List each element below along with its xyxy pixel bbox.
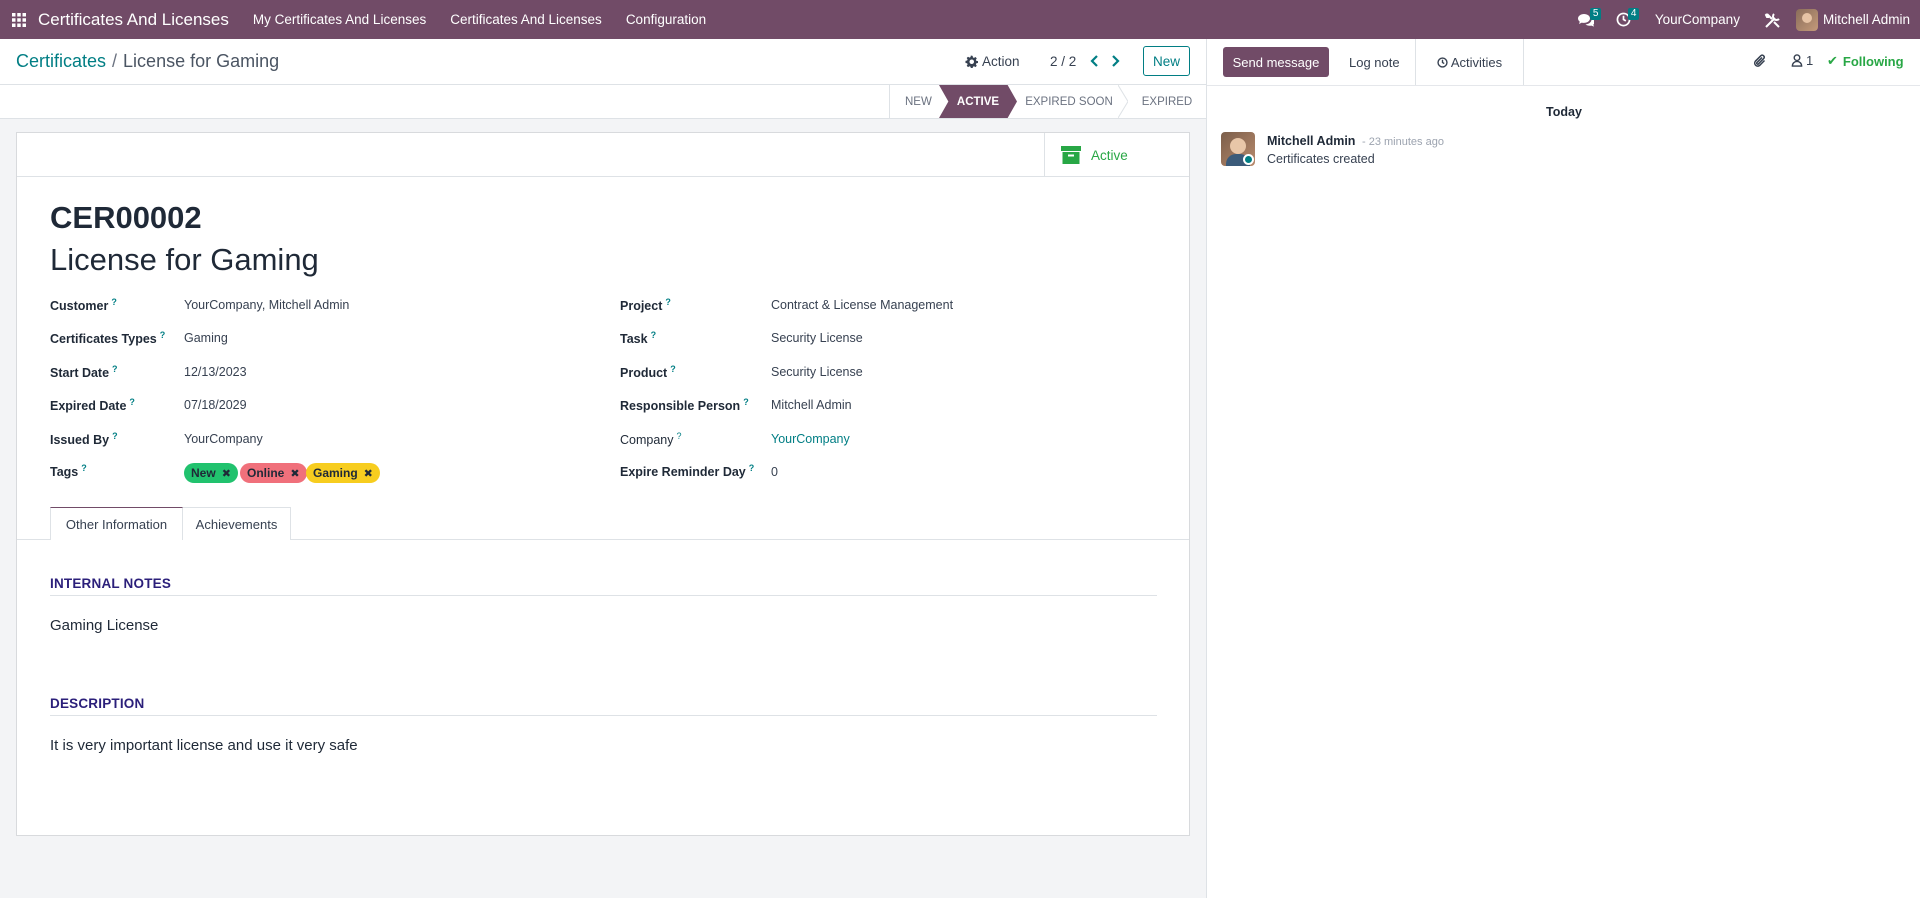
stage-new[interactable]: NEW — [889, 85, 941, 118]
activities-label: Activities — [1450, 54, 1503, 70]
new-record-button[interactable]: New — [1143, 46, 1190, 76]
label-customer: Customer? — [50, 297, 117, 314]
tag-gaming: Gaming ✖ — [306, 463, 380, 483]
activities-button[interactable]: Activities — [1415, 39, 1524, 85]
chatter-panel: Send message Log note Activities 1 ✔ Fol… — [1206, 39, 1920, 898]
user-icon — [1791, 54, 1803, 67]
tab-other-information[interactable]: Other Information — [50, 507, 183, 540]
pager-previous-button[interactable] — [1085, 52, 1103, 70]
menu-configuration[interactable]: Configuration — [626, 12, 706, 27]
gear-icon — [965, 55, 978, 68]
expired-date-field[interactable]: 07/18/2029 — [184, 398, 247, 412]
breadcrumb: Certificates / License for Gaming — [16, 51, 279, 72]
section-divider — [50, 715, 1157, 716]
chatter-divider — [1207, 85, 1920, 86]
date-separator: Today — [1546, 105, 1582, 119]
certificate-types-field[interactable]: Gaming — [184, 331, 228, 345]
menu-my-certificates[interactable]: My Certificates And Licenses — [253, 12, 426, 27]
following-label: Following — [1842, 53, 1904, 69]
responsible-person-field[interactable]: Mitchell Admin — [771, 398, 852, 412]
breadcrumb-current: License for Gaming — [123, 51, 280, 71]
label-expire-reminder-day: Expire Reminder Day? — [620, 463, 755, 480]
pager-value[interactable]: 2 / 2 — [1050, 54, 1076, 69]
tag-online: Online ✖ — [240, 463, 307, 483]
stage-expired[interactable]: EXPIRED — [1128, 85, 1206, 118]
smart-button-box: Active — [17, 133, 1189, 177]
breadcrumb-certificates[interactable]: Certificates — [16, 51, 106, 71]
company-switcher[interactable]: YourCompany — [1655, 12, 1740, 27]
debug-tools-icon[interactable] — [1764, 11, 1782, 29]
label-tags: Tags? — [50, 463, 87, 480]
active-toggle-button[interactable]: Active — [1044, 133, 1189, 177]
messages-systray[interactable]: 5 — [1577, 0, 1602, 39]
label-project: Project? — [620, 297, 671, 314]
stage-separator — [1118, 85, 1128, 118]
action-menu-button[interactable]: Action — [965, 54, 1020, 69]
stage-expired-soon[interactable]: EXPIRED SOON — [1010, 85, 1128, 118]
log-note-button[interactable]: Log note — [1337, 47, 1412, 77]
activities-systray[interactable]: 4 — [1616, 0, 1640, 39]
user-name: Mitchell Admin — [1822, 12, 1910, 27]
chevron-left-icon — [1089, 55, 1098, 67]
project-field[interactable]: Contract & License Management — [771, 298, 953, 312]
archive-icon — [1061, 146, 1081, 164]
active-label: Active — [1091, 147, 1128, 163]
message-time: - 23 minutes ago — [1362, 136, 1444, 148]
issued-by-field[interactable]: YourCompany — [184, 432, 263, 446]
followers-button[interactable]: 1 — [1791, 53, 1813, 68]
label-task: Task? — [620, 330, 657, 347]
chevron-right-icon — [1111, 55, 1120, 67]
internal-notes-title: INTERNAL NOTES — [50, 576, 172, 591]
internal-notes-field[interactable]: Gaming License — [50, 617, 158, 634]
description-field[interactable]: It is very important license and use it … — [50, 737, 358, 754]
messages-badge: 5 — [1589, 8, 1602, 20]
tag-remove-icon[interactable]: ✖ — [222, 467, 231, 480]
tab-achievements[interactable]: Achievements — [183, 507, 291, 540]
clock-icon — [1437, 56, 1448, 68]
form-sheet: Active CER00002 License for Gaming Custo… — [16, 132, 1190, 836]
paperclip-icon[interactable] — [1753, 53, 1767, 72]
apps-menu-icon[interactable] — [0, 0, 38, 39]
app-brand[interactable]: Certificates And Licenses — [38, 10, 229, 30]
start-date-field[interactable]: 12/13/2023 — [184, 365, 247, 379]
following-button[interactable]: ✔ Following — [1827, 53, 1904, 69]
label-issued-by: Issued By? — [50, 431, 118, 448]
expire-reminder-day-field[interactable]: 0 — [771, 465, 778, 479]
label-certificate-types: Certificates Types? — [50, 330, 166, 347]
tag-remove-icon[interactable]: ✖ — [290, 467, 299, 480]
send-message-button[interactable]: Send message — [1223, 47, 1329, 77]
label-expired-date: Expired Date? — [50, 397, 135, 414]
action-label: Action — [982, 54, 1020, 69]
customer-field[interactable]: YourCompany, Mitchell Admin — [184, 298, 349, 312]
description-title: DESCRIPTION — [50, 696, 145, 711]
label-company: Company? — [620, 431, 682, 448]
product-field[interactable]: Security License — [771, 365, 863, 379]
section-divider — [50, 595, 1157, 596]
top-navbar: Certificates And Licenses My Certificate… — [0, 0, 1920, 39]
label-start-date: Start Date? — [50, 364, 118, 381]
control-panel: Certificates / License for Gaming Action 2… — [0, 39, 1206, 85]
company-field[interactable]: YourCompany — [771, 432, 850, 446]
followers-count: 1 — [1806, 53, 1814, 68]
task-field[interactable]: Security License — [771, 331, 863, 345]
message-body: Certificates created — [1267, 152, 1375, 166]
tag-new: New ✖ — [184, 463, 238, 483]
tag-remove-icon[interactable]: ✖ — [364, 467, 373, 480]
menu-certificates[interactable]: Certificates And Licenses — [450, 12, 602, 27]
pager-next-button[interactable] — [1106, 52, 1124, 70]
record-code[interactable]: CER00002 — [50, 200, 202, 236]
status-bar: NEW ACTIVE EXPIRED SOON EXPIRED — [0, 85, 1206, 119]
message-author[interactable]: Mitchell Admin — [1267, 134, 1355, 148]
check-icon: ✔ — [1827, 53, 1838, 68]
activities-badge: 4 — [1627, 8, 1640, 20]
user-avatar — [1795, 8, 1818, 31]
stage-active[interactable]: ACTIVE — [939, 85, 1017, 118]
record-name[interactable]: License for Gaming — [50, 242, 319, 278]
user-menu[interactable]: Mitchell Admin — [1795, 8, 1910, 31]
online-status-icon — [1243, 154, 1254, 165]
label-product: Product? — [620, 364, 676, 381]
breadcrumb-separator: / — [112, 51, 118, 71]
label-responsible-person: Responsible Person? — [620, 397, 749, 414]
